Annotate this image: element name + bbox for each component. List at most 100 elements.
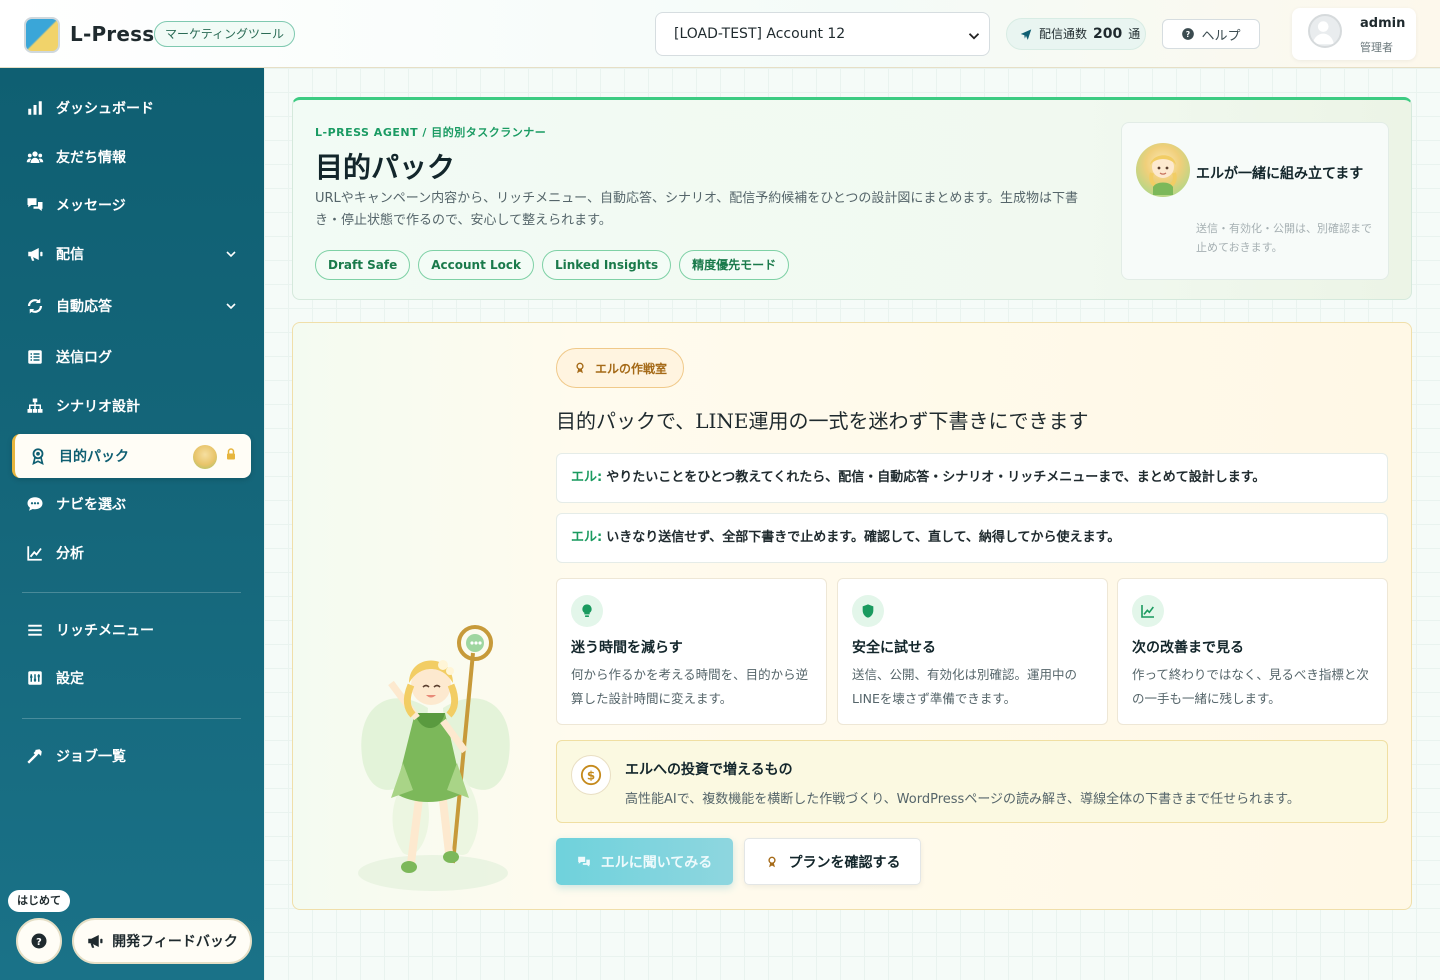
logo-text[interactable]: L-Press (70, 22, 154, 46)
lock-icon (225, 448, 237, 460)
ask-el-label: エルに聞いてみる (600, 854, 713, 871)
sidebar-item-label: シナリオ設計 (56, 399, 140, 415)
user-role: 管理者 (1360, 41, 1393, 54)
question-circle-icon: ? (30, 932, 48, 950)
sidebar-divider (22, 718, 241, 719)
assistant-message: エル: いきなり送信せず、全部下書きで止めます。確認して、直して、納得してから使え… (556, 513, 1388, 563)
fairy-avatar (193, 445, 217, 469)
sidebar-divider (22, 592, 241, 593)
sidebar-item-label: 分析 (56, 546, 84, 562)
sidebar-item-analytics[interactable]: 分析 (12, 531, 251, 575)
message-speaker: エル: (571, 530, 603, 545)
hero-eyebrow: L-PRESS AGENT / 目的別タスクランナー (315, 126, 547, 139)
help-label: ヘルプ (1201, 28, 1241, 44)
comment-dots-icon (24, 493, 46, 515)
first-time-badge: はじめて (8, 890, 70, 912)
award-icon (573, 361, 587, 375)
assistant-card-note: 送信・有効化・公開は、別確認まで止めておきます。 (1196, 222, 1372, 254)
account-select[interactable]: [LOAD-TEST] Account 12 (655, 12, 990, 56)
check-plan-label: プランを確認する (788, 854, 901, 871)
award-icon (27, 445, 49, 467)
strategy-room-panel: エルの作戦室 目的パックで、LINE運用の一式を迷わず下書きにできます エル: や… (292, 322, 1412, 910)
user-name: admin (1360, 16, 1406, 31)
list-icon (24, 346, 46, 368)
sidebar-item-settings[interactable]: 設定 (12, 656, 251, 700)
send-count-label: 配信通数 (1039, 27, 1088, 41)
award-icon (765, 855, 779, 869)
sidebar-item-dashboard[interactable]: ダッシュボード (12, 86, 251, 130)
coin-icon: $ (571, 755, 611, 795)
sidebar-item-send-log[interactable]: 送信ログ (12, 335, 251, 379)
chevron-down-icon (223, 246, 239, 262)
help-button[interactable]: ? ヘルプ (1162, 19, 1260, 49)
tag-account-lock: Account Lock (418, 250, 534, 280)
message-speaker: エル: (571, 470, 603, 485)
chevron-down-icon (223, 298, 239, 314)
sidebar-item-label: 目的パック (59, 449, 129, 465)
message-text: やりたいことをひとつ教えてくれたら、配信・自動応答・シナリオ・リッチメニューまで… (606, 470, 1266, 485)
sidebar-item-label: 送信ログ (56, 350, 112, 366)
tag-draft-safe: Draft Safe (315, 250, 411, 280)
lightbulb-icon (571, 595, 603, 627)
users-icon (24, 146, 46, 168)
panel-title: 目的パックで、LINE運用の一式を迷わず下書きにできます (556, 409, 1089, 433)
sidebar-item-label: 自動応答 (56, 299, 112, 315)
sync-icon (24, 295, 46, 317)
svg-text:?: ? (36, 937, 42, 948)
investment-callout: $ エルへの投資で増えるもの 高性能AIで、複数機能を横断した作戦づくり、Wor… (556, 740, 1388, 823)
settings-icon (24, 667, 46, 689)
sidebar-item-label: 友だち情報 (56, 150, 126, 166)
hero-description: URLやキャンペーン内容から、リッチメニュー、自動応答、シナリオ、配信予約候補を… (315, 191, 1079, 228)
megaphone-icon (86, 932, 104, 950)
sidebar-item-label: 設定 (56, 671, 84, 687)
investment-description: 高性能AIで、複数機能を横断した作戦づくり、WordPressページの読み解き、… (625, 792, 1300, 807)
feedback-button[interactable]: 開発フィードバック (72, 918, 252, 964)
menu-icon (24, 619, 46, 641)
sidebar-item-label: ジョブ一覧 (56, 749, 126, 765)
sidebar-item-purpose-pack[interactable]: 目的パック (12, 434, 251, 478)
send-icon (1019, 27, 1033, 41)
fairy-illustration (358, 625, 510, 891)
line-chart-icon (24, 542, 46, 564)
account-select-value: [LOAD-TEST] Account 12 (674, 26, 846, 42)
logo-icon[interactable] (24, 17, 60, 53)
assistant-message: エル: やりたいことをひとつ教えてくれたら、配信・自動応答・シナリオ・リッチメニュ… (556, 453, 1388, 503)
user-menu[interactable]: admin 管理者 (1292, 8, 1416, 60)
hammer-icon (24, 745, 46, 767)
feature-card: 次の改善まで見る 作って終わりではなく、見るべき指標と次の一手も一緒に残します。 (1117, 578, 1388, 725)
check-plan-button[interactable]: プランを確認する (744, 838, 921, 885)
hero-section: L-PRESS AGENT / 目的別タスクランナー 目的パック URLやキャン… (292, 97, 1412, 300)
megaphone-icon (24, 243, 46, 265)
feature-card: 迷う時間を減らす 何から作るかを考える時間を、目的から逆算した設計時間に変えます… (556, 578, 827, 725)
top-header: L-Press マーケティングツール [LOAD-TEST] Account 1… (0, 0, 1440, 68)
sidebar-item-messages[interactable]: メッセージ (12, 183, 251, 227)
send-count-badge: 配信通数 200 通 (1006, 18, 1146, 50)
sidebar-item-label: ナビを選ぶ (56, 497, 126, 513)
help-circle-button[interactable]: ? (16, 918, 62, 964)
feature-title: 安全に試せる (852, 640, 936, 656)
sidebar-item-rich-menu[interactable]: リッチメニュー (12, 608, 251, 652)
bar-chart-icon (24, 97, 46, 119)
ask-el-button[interactable]: エルに聞いてみる (556, 838, 733, 885)
svg-text:$: $ (587, 769, 595, 783)
sidebar-item-scenario[interactable]: シナリオ設計 (12, 384, 251, 428)
fairy-avatar (1136, 143, 1190, 197)
sidebar-item-broadcast[interactable]: 配信 (12, 232, 251, 276)
chat-icon (577, 855, 591, 869)
chat-icon (24, 194, 46, 216)
shield-icon (852, 595, 884, 627)
send-count-unit: 通 (1128, 27, 1141, 41)
chevron-down-icon (965, 27, 983, 45)
sidebar-item-jobs[interactable]: ジョブ一覧 (12, 734, 251, 778)
sidebar-item-auto-reply[interactable]: 自動応答 (12, 284, 251, 328)
question-circle-icon: ? (1181, 27, 1195, 41)
tag-precision-mode: 精度優先モード (679, 250, 790, 280)
sidebar-item-navi[interactable]: ナビを選ぶ (12, 482, 251, 526)
sidebar-item-label: リッチメニュー (56, 623, 154, 639)
strategy-room-badge: エルの作戦室 (556, 348, 685, 388)
tag-linked-insights: Linked Insights (541, 250, 672, 280)
sidebar-item-label: 配信 (56, 247, 84, 263)
feature-title: 次の改善まで見る (1132, 640, 1244, 656)
assistant-card-title: エルが一緒に組み立てます (1196, 166, 1364, 182)
sidebar-item-friends[interactable]: 友だち情報 (12, 135, 251, 179)
